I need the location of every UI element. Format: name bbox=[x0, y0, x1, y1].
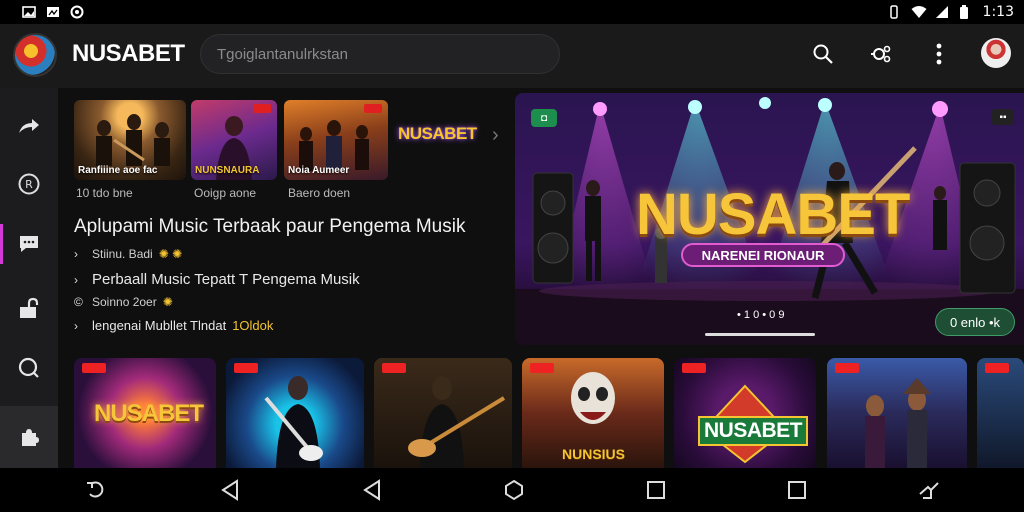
line-text: Perbaall Music Tepatt T Pengema Musik bbox=[92, 271, 360, 288]
recents-square-icon-2[interactable] bbox=[785, 478, 809, 502]
line-text: Stiinu. Badi bbox=[92, 247, 153, 261]
lock-open-icon[interactable] bbox=[0, 278, 58, 338]
emoji-icon: ✺ bbox=[162, 295, 173, 309]
app-logo-avatar[interactable] bbox=[13, 33, 57, 77]
hero-page-indicator: • 1 0 • 0 9 bbox=[737, 309, 785, 321]
chevron-right-icon: › bbox=[74, 272, 78, 287]
card-label: NUNSIUS bbox=[562, 446, 626, 462]
thumbnail-caption: Ranfiiine aoe fac bbox=[78, 165, 158, 176]
sync-icon bbox=[70, 5, 84, 19]
radio-icon[interactable]: R bbox=[0, 154, 58, 214]
battery-icon bbox=[959, 5, 973, 19]
profile-avatar[interactable] bbox=[981, 38, 1011, 68]
vibrate-icon bbox=[887, 5, 901, 19]
content-card-6[interactable] bbox=[827, 358, 967, 468]
puzzle-icon[interactable] bbox=[0, 406, 58, 468]
emoji-icon: ✺ ✺ bbox=[158, 247, 183, 261]
thumbnail-caption: Noia Aumeer bbox=[288, 165, 350, 176]
line-text: lengenai Mubllet Tlndat bbox=[92, 318, 227, 333]
status-bar: 1:13 bbox=[0, 0, 1024, 24]
search-bar[interactable] bbox=[200, 34, 560, 74]
hero-progress-bar bbox=[705, 333, 815, 336]
recents-square-icon[interactable] bbox=[644, 478, 668, 502]
status-time: 1:13 bbox=[982, 4, 1014, 20]
content-card-4[interactable]: NUNSIUS bbox=[522, 358, 664, 468]
line-highlight: 1Oldok bbox=[232, 318, 274, 333]
image-icon bbox=[22, 5, 36, 19]
thumbnail-caption: NUNSNAURA bbox=[195, 165, 260, 176]
hero-banner[interactable]: ◘ ▪▪ NUSABET NARENEI RIONAUR • 1 0 • 0 9… bbox=[515, 93, 1024, 345]
chevron-right-icon[interactable]: › bbox=[492, 124, 499, 147]
nusabet-mini-logo[interactable]: NUSABET bbox=[398, 124, 477, 144]
description-headline: Aplupami Music Terbaak paur Pengema Musi… bbox=[74, 216, 466, 237]
svg-text:R: R bbox=[25, 178, 33, 191]
side-rail: R bbox=[0, 88, 58, 468]
thumbnail-subtitle: Baero doen bbox=[288, 186, 351, 200]
chevron-right-icon: › bbox=[74, 318, 78, 333]
tune-icon[interactable] bbox=[867, 40, 895, 68]
card-label: NUSABET bbox=[94, 400, 204, 427]
content-card-5[interactable]: NUSABET bbox=[674, 358, 816, 468]
more-vert-icon[interactable] bbox=[925, 40, 953, 68]
search-input[interactable] bbox=[217, 45, 537, 63]
chevron-right-icon: › bbox=[74, 247, 78, 261]
content-card-7[interactable] bbox=[977, 358, 1024, 468]
hero-title: NUSABET bbox=[636, 182, 910, 247]
description-line-2: › Perbaall Music Tepatt T Pengema Musik bbox=[74, 271, 360, 288]
content-card-3[interactable] bbox=[374, 358, 512, 468]
back-icon[interactable] bbox=[84, 478, 108, 502]
assistant-icon[interactable] bbox=[917, 478, 941, 502]
thumbnail-card-1[interactable]: Ranfiiine aoe fac bbox=[74, 100, 186, 180]
live-badge bbox=[985, 363, 1009, 373]
wifi-icon bbox=[911, 5, 927, 19]
share-icon[interactable] bbox=[0, 96, 58, 156]
gallery-icon bbox=[46, 5, 60, 19]
navigation-bar bbox=[0, 468, 1024, 512]
app-bar: NUSABET bbox=[0, 24, 1024, 88]
thumbnail-card-2[interactable]: NUNSNAURA bbox=[191, 100, 277, 180]
thumbnail-card-3[interactable]: Noia Aumeer bbox=[284, 100, 388, 180]
nusabet-emblem bbox=[702, 384, 788, 464]
thumbnail-subtitle: Ooigp aone bbox=[194, 186, 257, 200]
card-label: NUSABET bbox=[698, 416, 809, 446]
description-line-3: © Soinno 2oer ✺ bbox=[74, 295, 173, 309]
triangle-back-icon[interactable] bbox=[218, 478, 242, 502]
guitarist-silhouette bbox=[408, 376, 506, 468]
hero-tag-left: ◘ bbox=[531, 109, 557, 127]
search-icon[interactable] bbox=[809, 40, 837, 68]
signal-icon bbox=[935, 5, 949, 19]
description-line-1: › Stiinu. Badi ✺ ✺ bbox=[74, 247, 182, 261]
content-card-1[interactable]: NUSABET bbox=[74, 358, 216, 468]
crowd-singers-art bbox=[865, 378, 931, 468]
line-text: Soinno 2oer bbox=[92, 295, 157, 309]
hero-action-button[interactable]: 0 enlo •k bbox=[935, 308, 1015, 336]
hero-tag-right: ▪▪ bbox=[992, 109, 1014, 125]
description-line-4: › lengenai Mubllet Tlndat 1Oldok bbox=[74, 318, 273, 333]
copyright-icon: © bbox=[74, 295, 83, 309]
hero-subtitle-pill: NARENEI RIONAUR bbox=[681, 243, 845, 267]
brand-title: NUSABET bbox=[72, 40, 185, 67]
rail-search-icon[interactable] bbox=[0, 338, 58, 398]
content-card-2[interactable] bbox=[226, 358, 364, 468]
chat-icon[interactable] bbox=[0, 214, 58, 274]
thumbnail-subtitle: 10 tdo bne bbox=[76, 186, 133, 200]
home-hexagon-icon[interactable] bbox=[502, 478, 526, 502]
triangle-back-icon-2[interactable] bbox=[360, 478, 384, 502]
live-badge bbox=[82, 363, 106, 373]
guitarist-silhouette bbox=[264, 376, 323, 468]
